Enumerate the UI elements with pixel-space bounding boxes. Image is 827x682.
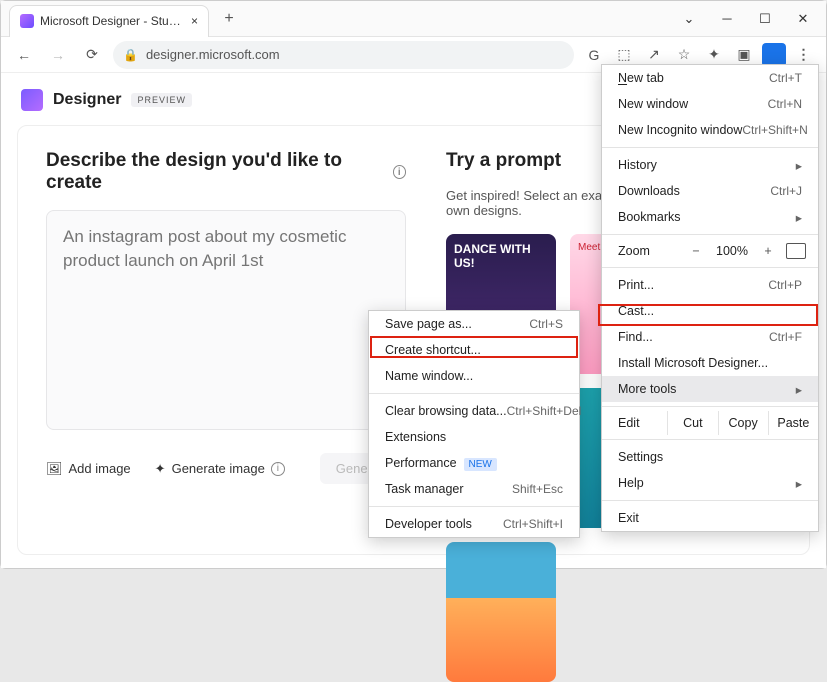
google-icon[interactable]: G — [582, 43, 606, 67]
titlebar: Microsoft Designer - Stunning d × + ⌄ ─ … — [1, 1, 826, 37]
image-icon: 🖼 — [46, 461, 63, 477]
toolbar-icons: G ⬚ ↗ ☆ ✦ ▣ ⋮ — [582, 43, 816, 67]
preview-badge: PREVIEW — [131, 93, 192, 107]
url-input[interactable]: 🔒 designer.microsoft.com — [113, 41, 574, 69]
designer-logo — [21, 89, 43, 111]
extensions-icon[interactable]: ✦ — [702, 43, 726, 67]
lock-icon: 🔒 — [123, 48, 138, 62]
fullscreen-button[interactable] — [786, 243, 806, 259]
menu-downloads[interactable]: DownloadsCtrl+J — [602, 178, 818, 204]
menu-find[interactable]: Find...Ctrl+F — [602, 324, 818, 350]
menu-button[interactable]: ⋮ — [792, 43, 816, 67]
back-button[interactable]: ← — [11, 42, 37, 68]
sparkle-icon: ✦ — [155, 461, 166, 477]
add-image-button[interactable]: 🖼 Add image — [46, 461, 131, 477]
menu-new-incognito[interactable]: New Incognito windowCtrl+Shift+N — [602, 117, 818, 143]
menu-bookmarks[interactable]: Bookmarks▸ — [602, 204, 818, 230]
profile-avatar[interactable] — [762, 43, 786, 67]
submenu-performance[interactable]: Performance NEW — [369, 450, 579, 476]
menu-copy[interactable]: Copy — [719, 411, 769, 435]
app-name: Designer — [53, 91, 121, 109]
submenu-extensions[interactable]: Extensions — [369, 424, 579, 450]
submenu-name-window[interactable]: Name window... — [369, 363, 579, 389]
menu-settings[interactable]: Settings — [602, 444, 818, 470]
menu-paste[interactable]: Paste — [769, 411, 818, 435]
window-controls: ⌄ ─ ☐ ✕ — [672, 5, 826, 33]
menu-new-tab[interactable]: New tabCtrl+T — [602, 65, 818, 91]
info-icon[interactable]: i — [393, 165, 406, 179]
describe-heading: Describe the design you'd like to create… — [46, 150, 406, 194]
browser-tab[interactable]: Microsoft Designer - Stunning d × — [9, 5, 209, 37]
menu-edit-row: Edit Cut Copy Paste — [602, 411, 818, 435]
zoom-value: 100% — [714, 244, 750, 258]
menu-edit-label: Edit — [602, 411, 668, 435]
more-tools-submenu: Save page as...Ctrl+S Create shortcut...… — [368, 310, 580, 538]
submenu-developer-tools[interactable]: Developer toolsCtrl+Shift+I — [369, 511, 579, 537]
description-input[interactable] — [46, 210, 406, 430]
menu-new-window[interactable]: New windowCtrl+N — [602, 91, 818, 117]
menu-print[interactable]: Print...Ctrl+P — [602, 272, 818, 298]
submenu-save-page[interactable]: Save page as...Ctrl+S — [369, 311, 579, 337]
menu-exit[interactable]: Exit — [602, 505, 818, 531]
menu-help[interactable]: Help▸ — [602, 470, 818, 496]
favicon — [20, 14, 34, 28]
describe-section: Describe the design you'd like to create… — [46, 150, 406, 530]
install-icon[interactable]: ⬚ — [612, 43, 636, 67]
close-tab-icon[interactable]: × — [191, 14, 198, 28]
submenu-clear-data[interactable]: Clear browsing data...Ctrl+Shift+Del — [369, 398, 579, 424]
generate-image-button[interactable]: ✦ Generate image i — [155, 461, 285, 477]
menu-zoom: Zoom − 100% + — [602, 239, 818, 263]
tab-title: Microsoft Designer - Stunning d — [40, 14, 185, 28]
action-row: 🖼 Add image ✦ Generate image i Generate — [46, 453, 406, 484]
url-text: designer.microsoft.com — [146, 47, 280, 62]
maximize-button[interactable]: ☐ — [748, 5, 782, 33]
prompt-card[interactable] — [446, 542, 556, 682]
chevron-down-icon[interactable]: ⌄ — [672, 5, 706, 33]
submenu-create-shortcut[interactable]: Create shortcut... — [369, 337, 579, 363]
panel-icon[interactable]: ▣ — [732, 43, 756, 67]
new-tab-button[interactable]: + — [215, 5, 243, 33]
minimize-button[interactable]: ─ — [710, 5, 744, 33]
chrome-main-menu: New tabCtrl+T New windowCtrl+N New Incog… — [601, 64, 819, 532]
star-icon[interactable]: ☆ — [672, 43, 696, 67]
menu-more-tools[interactable]: More tools▸ — [602, 376, 818, 402]
zoom-out-button[interactable]: − — [686, 244, 706, 258]
menu-cut[interactable]: Cut — [668, 411, 718, 435]
close-window-button[interactable]: ✕ — [786, 5, 820, 33]
forward-button[interactable]: → — [45, 42, 71, 68]
menu-history[interactable]: History▸ — [602, 152, 818, 178]
menu-cast[interactable]: Cast... — [602, 298, 818, 324]
menu-install[interactable]: Install Microsoft Designer... — [602, 350, 818, 376]
share-icon[interactable]: ↗ — [642, 43, 666, 67]
info-icon[interactable]: i — [271, 462, 285, 476]
zoom-in-button[interactable]: + — [758, 244, 778, 258]
reload-button[interactable]: ⟳ — [79, 42, 105, 68]
submenu-task-manager[interactable]: Task managerShift+Esc — [369, 476, 579, 502]
